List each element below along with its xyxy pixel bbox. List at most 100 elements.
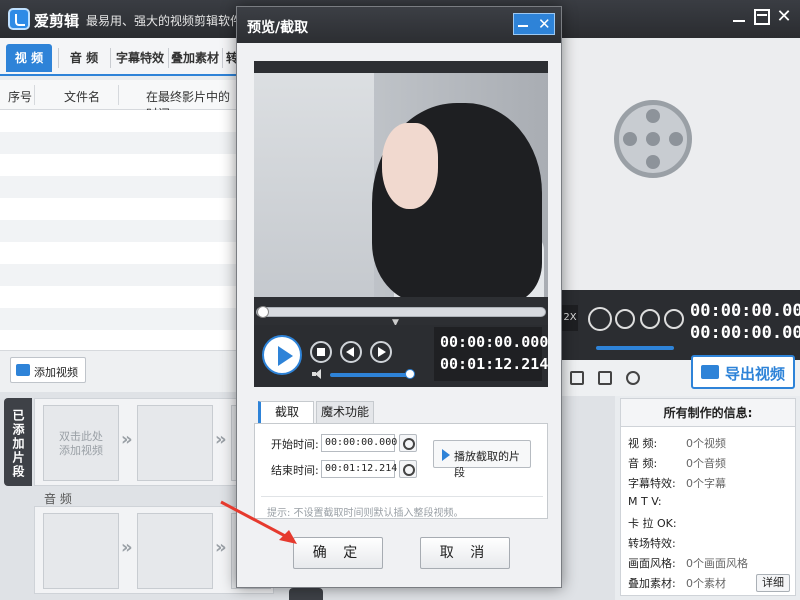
maximize-icon[interactable]	[754, 9, 770, 25]
close-icon[interactable]: ✕	[538, 14, 551, 34]
tab-overlay[interactable]: 叠加素材	[170, 44, 220, 72]
detail-button[interactable]: 详细	[756, 574, 790, 592]
clock-icon[interactable]	[399, 460, 417, 478]
export-icon	[701, 365, 719, 379]
share-icon[interactable]	[626, 371, 640, 385]
export-video-button[interactable]: 导出视频	[691, 355, 795, 389]
info-row: 画面风格: 0个画面风格	[628, 555, 748, 571]
video-subject-face	[382, 123, 438, 209]
speed-toggle[interactable]: 2X	[562, 305, 578, 331]
add-video-button[interactable]: 添加视频	[10, 357, 86, 383]
list-item	[0, 110, 240, 132]
close-icon[interactable]: ✕	[776, 8, 792, 26]
arrow-head	[279, 530, 297, 544]
next-frame-icon[interactable]	[664, 309, 684, 329]
info-row: 叠加素材: 0个素材	[628, 575, 726, 591]
list-item	[0, 132, 240, 154]
column-divider	[34, 85, 35, 105]
stop-icon[interactable]	[310, 341, 332, 363]
start-time-input[interactable]: 00:00:00.000	[321, 434, 397, 452]
reel-hole	[623, 132, 637, 146]
info-panel-title: 所有制作的信息:	[621, 399, 795, 427]
next-frame-icon[interactable]	[370, 341, 392, 363]
save-icon[interactable]	[570, 371, 584, 385]
play-icon[interactable]	[262, 335, 302, 375]
tab-magic[interactable]: 魔术功能	[316, 401, 374, 423]
end-time-input[interactable]: 00:01:12.214	[321, 460, 397, 478]
volume-knob[interactable]	[404, 369, 415, 379]
play-icon[interactable]	[588, 307, 612, 331]
prev-frame-icon[interactable]	[640, 309, 660, 329]
main-volume-slider[interactable]	[596, 346, 674, 350]
tab-divider	[110, 48, 111, 68]
tab-audio[interactable]: 音 频	[62, 44, 106, 72]
info-row: M T V:	[628, 495, 686, 508]
audio-track-label: 音 频	[44, 492, 72, 506]
column-index[interactable]: 序号	[8, 88, 32, 105]
column-filename[interactable]: 文件名	[64, 88, 100, 105]
add-clip-slot[interactable]: 双击此处 添加视频	[43, 405, 119, 481]
reel-hole	[646, 109, 660, 123]
tab-cut[interactable]: 截取	[258, 401, 314, 423]
clip-slot[interactable]	[137, 405, 213, 481]
info-value: 0个画面风格	[686, 557, 748, 570]
tab-subtitle-effects[interactable]: 字幕特效	[114, 44, 166, 72]
clock-icon[interactable]	[399, 434, 417, 452]
main-time-display: 00:00:00.000 00:00:00.000	[690, 300, 800, 344]
info-value: 0个视频	[686, 437, 726, 450]
chevron-right-icon: »	[215, 429, 227, 450]
list-item	[0, 220, 240, 242]
timeline-collapse-handle[interactable]	[289, 588, 323, 600]
file-list-toolbar: 添加视频	[0, 350, 240, 392]
play-segment-button[interactable]: 播放截取的片段	[433, 440, 531, 479]
cancel-button[interactable]: 取 消	[420, 537, 510, 569]
help-icon[interactable]	[598, 371, 612, 385]
info-row: 转场特效:	[628, 535, 686, 551]
reel-hole	[646, 132, 660, 146]
stop-square	[317, 348, 325, 356]
tab-divider	[222, 48, 223, 68]
chevron-right-icon: »	[121, 429, 133, 450]
minimize-icon[interactable]	[518, 25, 528, 27]
film-icon	[16, 364, 30, 376]
column-divider	[118, 85, 119, 105]
added-clips-tab[interactable]: 已添加片段	[4, 398, 32, 486]
speaker-icon[interactable]	[312, 369, 322, 379]
play-triangle-icon	[442, 449, 450, 461]
list-item	[0, 308, 240, 330]
seek-slider[interactable]	[256, 306, 546, 318]
time-display: 00:00:00.000 00:01:12.214	[434, 327, 548, 381]
file-list	[0, 110, 240, 350]
main-time-total: 00:00:00.000	[690, 323, 800, 343]
prev-triangle	[346, 347, 354, 357]
info-value: 0个音频	[686, 457, 726, 470]
info-key: 卡 拉 OK:	[628, 517, 677, 530]
info-value: 0个字幕	[686, 477, 726, 490]
reel-hole	[669, 132, 683, 146]
prev-frame-icon[interactable]	[340, 341, 362, 363]
end-time-label: 结束时间:	[271, 464, 319, 477]
clip-hint-line: 双击此处	[59, 430, 103, 443]
volume-slider[interactable]	[330, 369, 415, 379]
info-key: 画面风格:	[628, 557, 676, 570]
stop-icon[interactable]	[615, 309, 635, 329]
tab-video[interactable]: 视 频	[6, 44, 52, 72]
tab-divider	[58, 48, 59, 68]
clip-slot[interactable]	[43, 513, 119, 589]
clip-hint-line: 添加视频	[59, 444, 103, 457]
info-key: 音 频:	[628, 457, 658, 470]
divider	[261, 496, 543, 497]
seek-knob[interactable]	[257, 306, 269, 318]
dialog-window-controls: ✕	[513, 13, 555, 35]
app-logo-icon	[8, 8, 30, 30]
list-item	[0, 154, 240, 176]
info-row: 卡 拉 OK:	[628, 515, 686, 531]
app-name: 爱剪辑	[34, 12, 80, 30]
dialog-player: ▼ 00:00:00.000 00:01:12.214	[254, 61, 548, 387]
info-key: 视 频:	[628, 437, 658, 450]
minimize-icon[interactable]	[731, 9, 747, 25]
next-triangle	[378, 347, 386, 357]
reel-hole	[646, 155, 660, 169]
clip-slot[interactable]	[137, 513, 213, 589]
dialog-controls: 00:00:00.000 00:01:12.214	[254, 325, 548, 387]
